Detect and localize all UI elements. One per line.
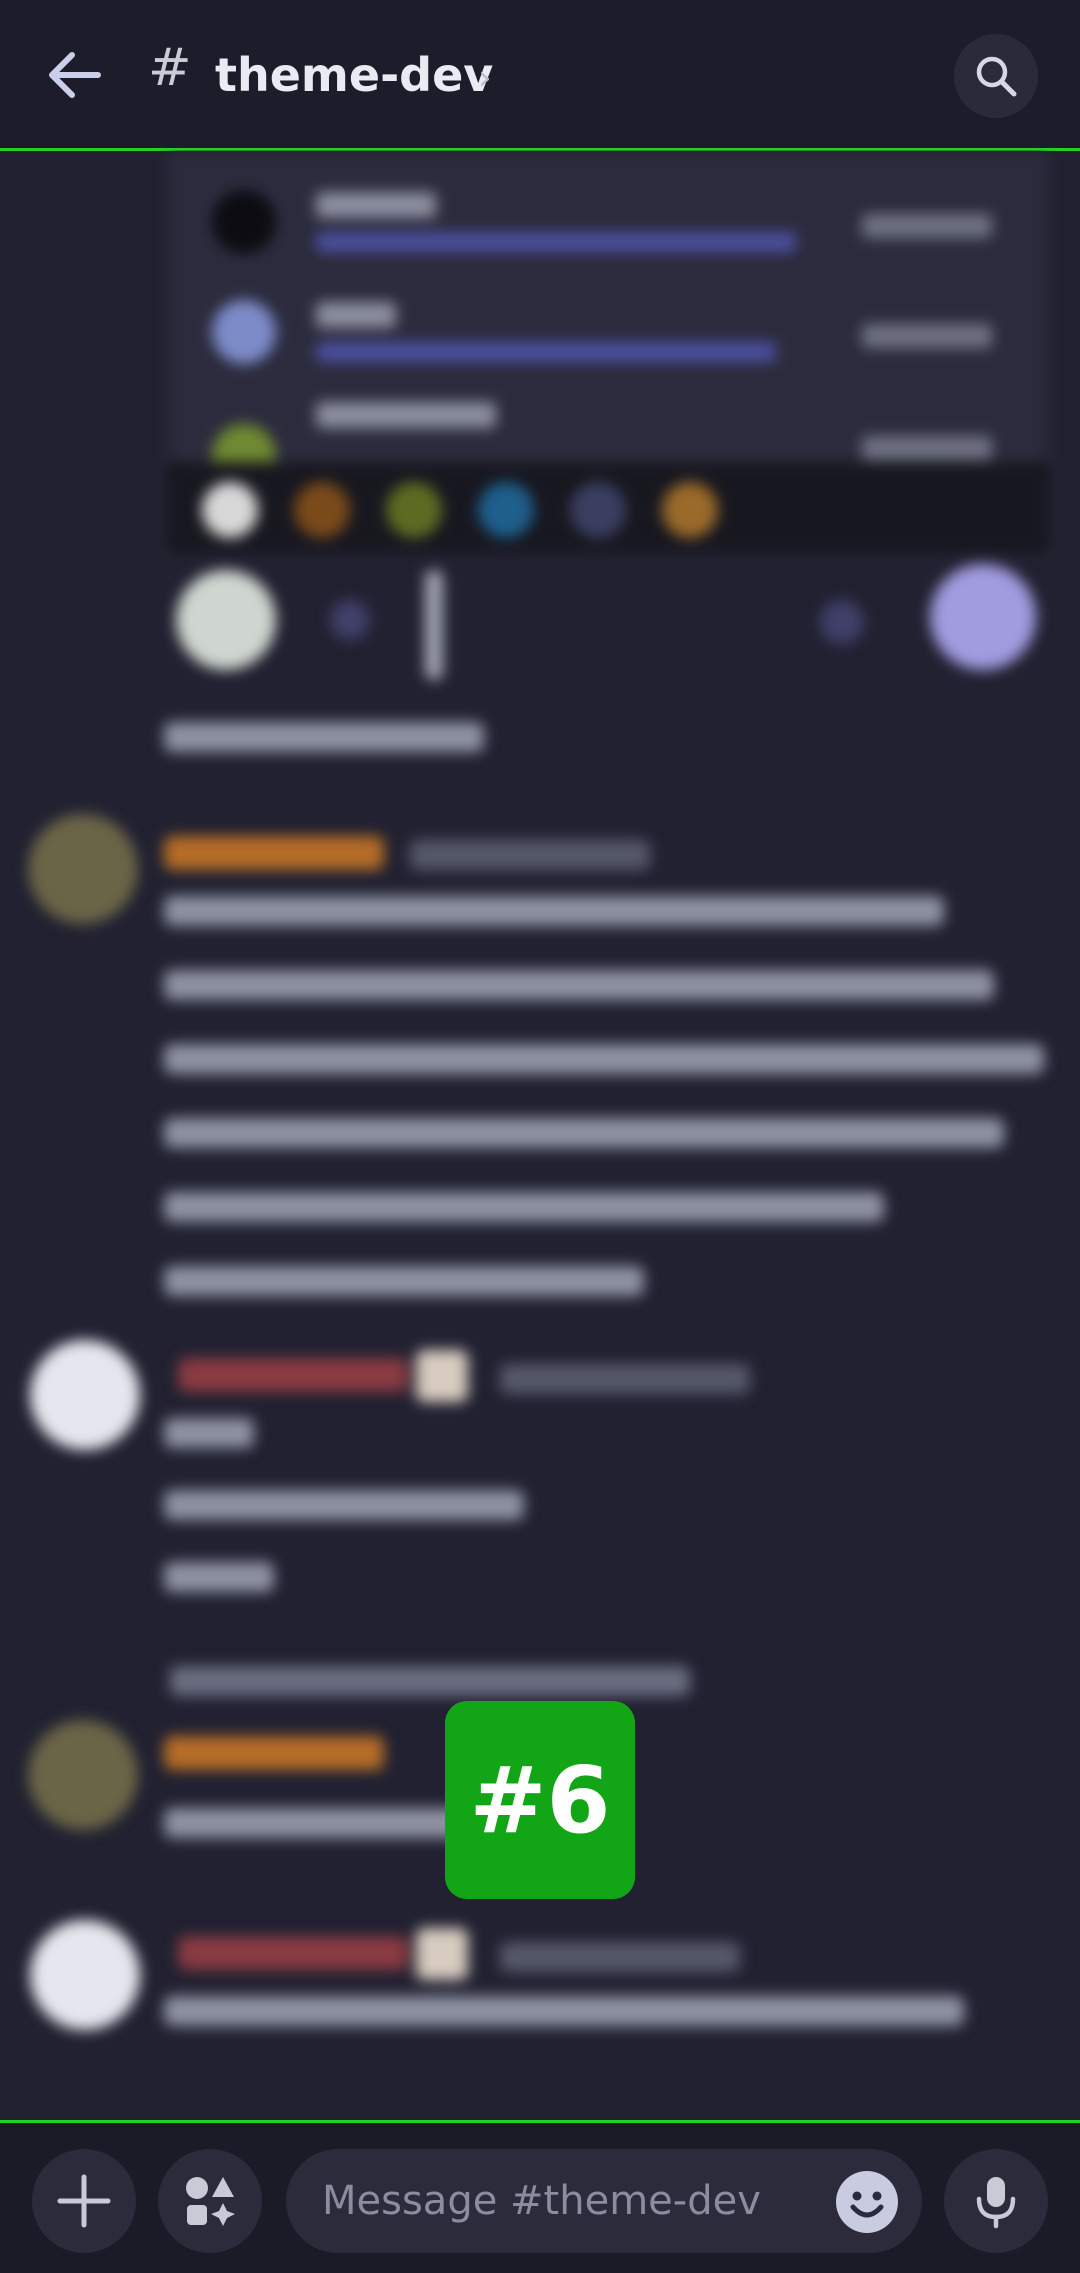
reaction-strip xyxy=(168,462,1048,552)
search-icon xyxy=(976,56,1017,97)
emoji-icon xyxy=(837,2172,897,2232)
embed-row xyxy=(212,290,1012,380)
add-attachment-button[interactable] xyxy=(32,2149,136,2253)
arrow-left-icon xyxy=(49,52,101,98)
message-input[interactable] xyxy=(286,2149,922,2253)
message-preview-row xyxy=(176,564,1040,680)
hash-icon: # xyxy=(148,38,192,98)
emoji-button[interactable] xyxy=(836,2171,898,2233)
search-button[interactable] xyxy=(954,34,1038,118)
plus-icon xyxy=(57,2174,111,2228)
message-composer xyxy=(0,2120,1080,2273)
channel-title[interactable]: theme-dev xyxy=(215,48,493,102)
chevron-right-icon[interactable]: › xyxy=(478,58,492,98)
apps-button[interactable] xyxy=(158,2149,262,2253)
embed-row xyxy=(212,180,1012,270)
channel-header: # theme-dev › xyxy=(0,0,1080,151)
microphone-icon xyxy=(976,2177,1016,2229)
back-button[interactable] xyxy=(40,40,110,110)
voice-message-button[interactable] xyxy=(944,2149,1048,2253)
apps-icon xyxy=(186,2177,235,2226)
step-badge: #6 xyxy=(445,1701,635,1899)
